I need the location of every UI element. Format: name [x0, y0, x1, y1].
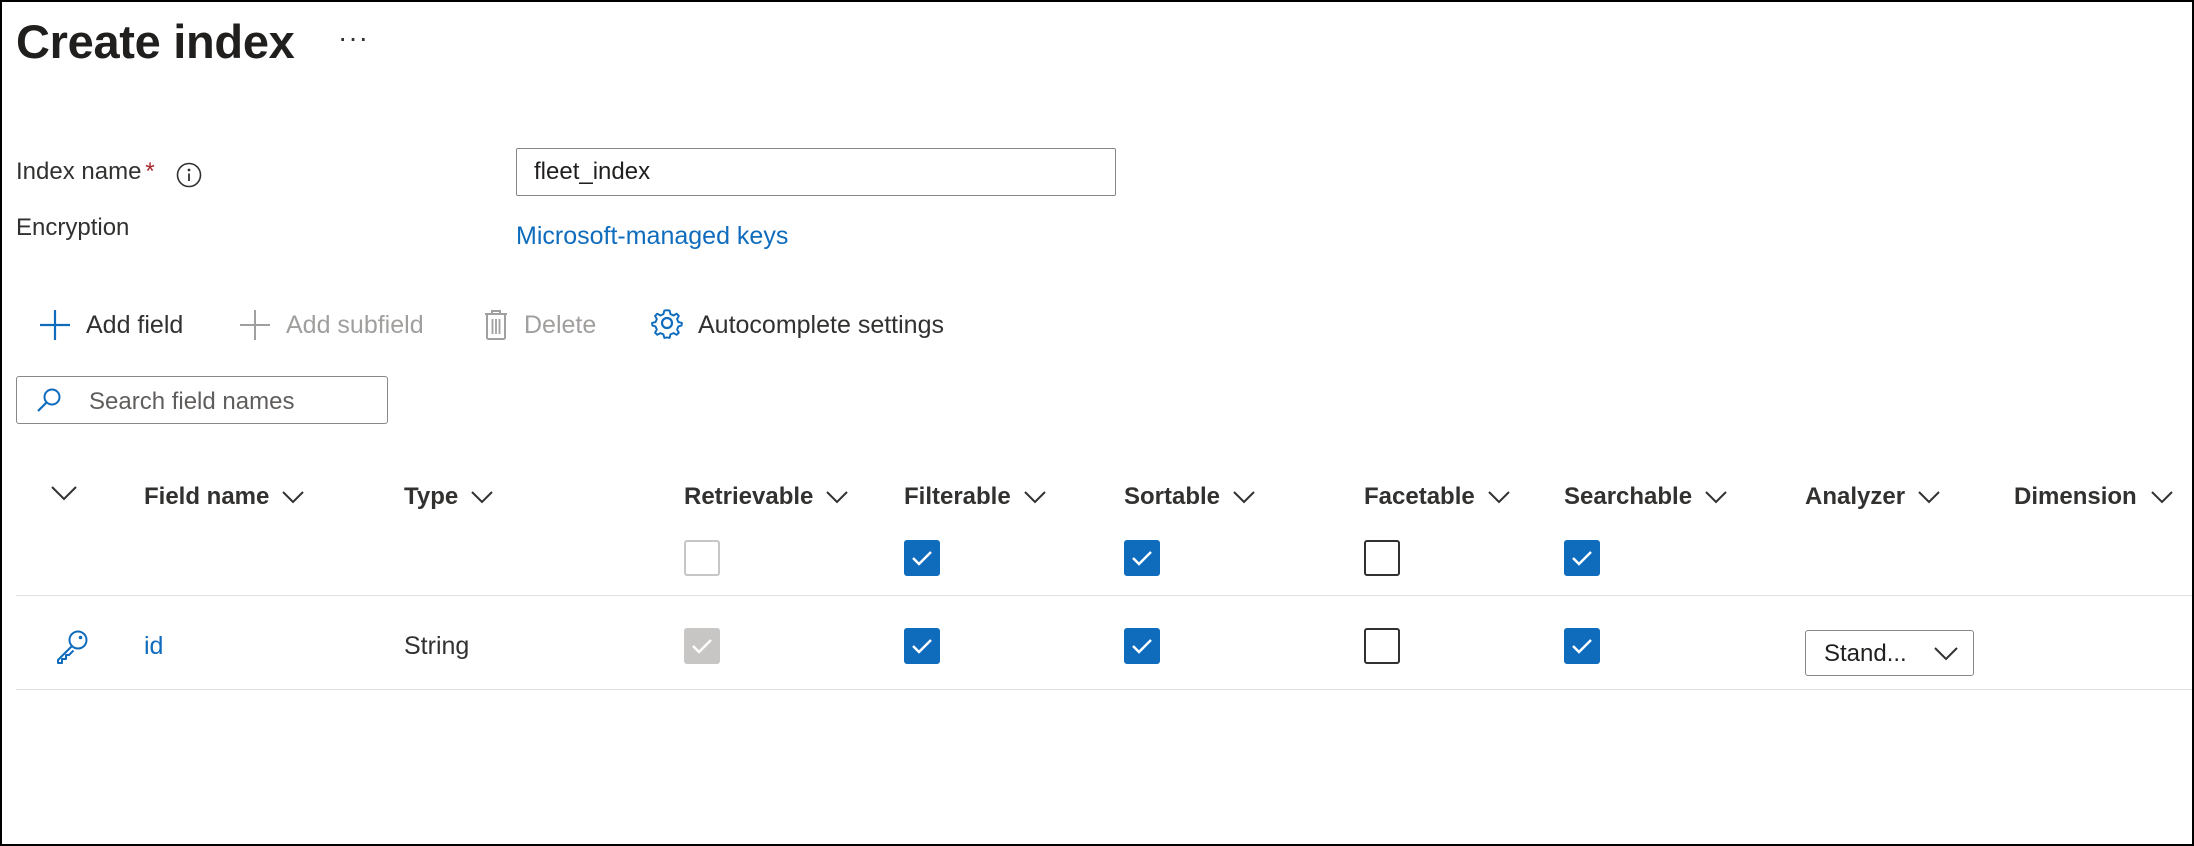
column-header-facetable[interactable]: Facetable	[1364, 483, 1511, 511]
chevron-down-icon	[1934, 647, 1958, 661]
column-label: Facetable	[1364, 483, 1475, 510]
table-divider	[16, 689, 2192, 690]
column-label: Searchable	[1564, 483, 1693, 510]
delete-label: Delete	[524, 310, 597, 339]
table-divider	[16, 595, 2192, 596]
checkmark-icon	[1132, 551, 1152, 566]
index-name-input[interactable]: fleet_index	[516, 148, 1116, 196]
column-label: Analyzer	[1805, 483, 1906, 510]
index-name-label: Index name *	[16, 158, 155, 186]
chevron-down-icon	[2151, 491, 2173, 504]
autocomplete-settings-button[interactable]: Autocomplete settings	[650, 308, 944, 342]
key-icon	[54, 628, 90, 669]
column-header-sortable[interactable]: Sortable	[1124, 483, 1256, 511]
column-header-type[interactable]: Type	[404, 483, 494, 511]
add-field-label: Add field	[86, 310, 184, 339]
chevron-down-icon	[282, 491, 305, 504]
chevron-down-icon	[1023, 491, 1046, 504]
plus-icon	[240, 310, 270, 340]
chevron-down-icon	[1233, 491, 1255, 504]
retrievable-checkbox[interactable]	[684, 628, 720, 664]
facetable-all-checkbox[interactable]	[1364, 540, 1400, 576]
search-placeholder: Search field names	[89, 388, 295, 415]
checkmark-icon	[692, 639, 712, 654]
column-label: Filterable	[904, 483, 1011, 510]
field-name-link[interactable]: id	[144, 632, 163, 661]
gear-icon	[651, 309, 683, 339]
chevron-down-icon	[471, 491, 493, 504]
column-header-filterable[interactable]: Filterable	[904, 483, 1047, 511]
facetable-checkbox[interactable]	[1364, 628, 1400, 664]
column-header-searchable[interactable]: Searchable	[1564, 483, 1728, 511]
index-name-label-text: Index name	[16, 158, 142, 185]
add-subfield-label: Add subfield	[286, 310, 424, 339]
checkmark-icon	[1132, 639, 1152, 654]
column-label: Field name	[144, 483, 270, 510]
encryption-keys-link[interactable]: Microsoft-managed keys	[516, 222, 788, 251]
column-label: Dimension	[2014, 483, 2137, 510]
chevron-down-icon	[1705, 491, 1727, 504]
field-type: String	[404, 632, 470, 660]
checkmark-icon	[1572, 551, 1592, 566]
searchable-checkbox[interactable]	[1564, 628, 1600, 664]
page-title: Create index	[16, 15, 295, 68]
column-header-dimension[interactable]: Dimension	[2014, 483, 2174, 511]
delete-button[interactable]: Delete	[482, 308, 596, 342]
column-label: Type	[404, 483, 459, 510]
add-field-button[interactable]: Add field	[38, 308, 183, 342]
analyzer-dropdown[interactable]: Stand...	[1805, 630, 1974, 676]
chevron-down-icon	[826, 491, 849, 504]
add-subfield-button[interactable]: Add subfield	[238, 308, 424, 342]
more-options-button[interactable]: ···	[338, 22, 369, 54]
column-label: Sortable	[1124, 483, 1221, 510]
info-icon[interactable]	[176, 162, 202, 188]
checkmark-icon	[1572, 639, 1592, 654]
filterable-checkbox[interactable]	[904, 628, 940, 664]
chevron-down-icon	[1918, 491, 1940, 504]
sortable-checkbox[interactable]	[1124, 628, 1160, 664]
plus-icon	[40, 310, 70, 340]
column-header-analyzer[interactable]: Analyzer	[1805, 483, 1941, 511]
trash-icon	[485, 310, 507, 340]
checkmark-icon	[912, 639, 932, 654]
column-header-retrievable[interactable]: Retrievable	[684, 483, 849, 511]
searchable-all-checkbox[interactable]	[1564, 540, 1600, 576]
search-icon	[37, 388, 61, 412]
expand-all-toggle[interactable]	[50, 484, 78, 507]
search-field-names-input[interactable]: Search field names	[16, 376, 388, 424]
retrievable-all-checkbox[interactable]	[684, 540, 720, 576]
filterable-all-checkbox[interactable]	[904, 540, 940, 576]
required-mark: *	[145, 158, 155, 185]
analyzer-selected-value: Stand...	[1824, 640, 1907, 667]
column-header-field-name[interactable]: Field name	[144, 483, 305, 511]
checkmark-icon	[912, 551, 932, 566]
chevron-down-icon	[51, 486, 77, 501]
column-label: Retrievable	[684, 483, 814, 510]
encryption-label: Encryption	[16, 214, 130, 241]
chevron-down-icon	[1488, 491, 1510, 504]
autocomplete-settings-label: Autocomplete settings	[698, 310, 944, 339]
sortable-all-checkbox[interactable]	[1124, 540, 1160, 576]
